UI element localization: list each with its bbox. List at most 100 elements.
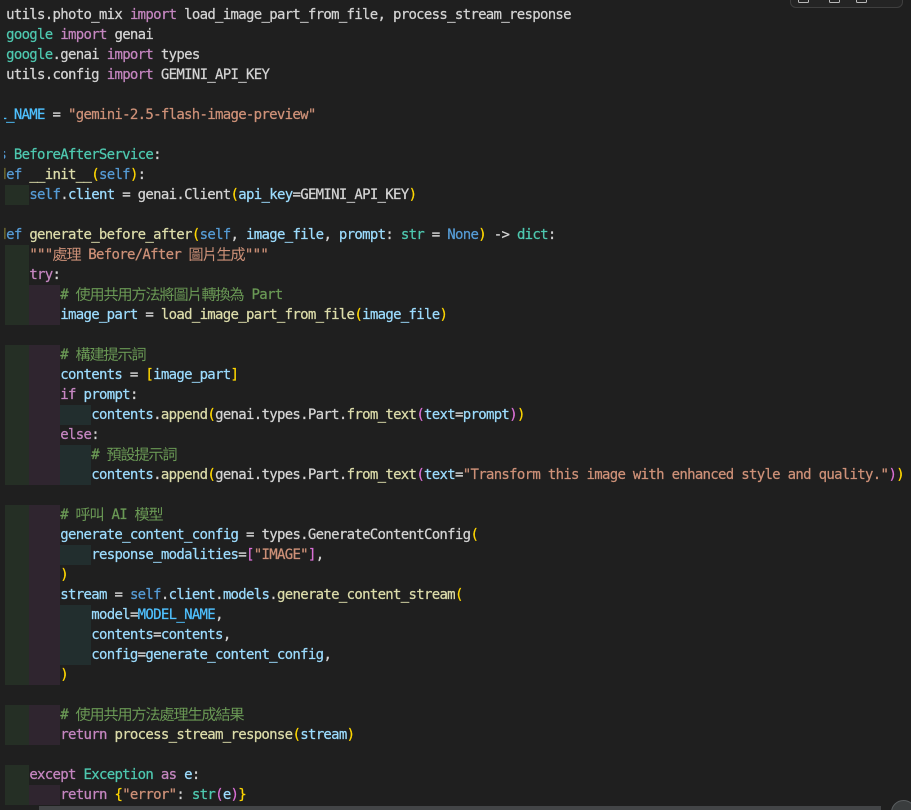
layout-panel-icon[interactable] (829, 0, 840, 4)
code-token: = (455, 467, 464, 484)
code-line: contents. append(genai.types.Part. from_te… (0, 465, 911, 486)
indent-rainbow-band (29, 465, 61, 486)
indent-rainbow-band (4, 725, 30, 746)
code-token: e (184, 767, 193, 784)
horizontal-scrollbar-thumb[interactable] (39, 805, 881, 810)
code-token: .genai (52, 47, 107, 64)
code-token: load_image_part_from_file, process_strea… (184, 7, 572, 24)
code-token: = (129, 607, 139, 624)
cjk-glyph (131, 347, 146, 362)
code-token: ) (439, 307, 448, 324)
code-token: = (106, 587, 130, 604)
code-token: client (168, 587, 216, 604)
code-token: import (106, 47, 161, 64)
code-token: prompt (462, 407, 510, 424)
horizontal-scrollbar[interactable] (0, 805, 911, 810)
code-token: # (91, 447, 107, 464)
code-token: # (60, 507, 76, 524)
code-token: = genai.Client (114, 187, 231, 204)
code-token: . (60, 187, 69, 204)
code-token: = types.GenerateContentConfig (238, 527, 471, 544)
code-token: : (191, 767, 201, 784)
code-line: return {"error": str(e)} (0, 785, 911, 806)
code-token: import (106, 67, 161, 84)
code-token: ) (129, 167, 139, 184)
code-token: image_file (246, 227, 324, 244)
code-line: ) (0, 665, 911, 686)
code-token: dict (516, 227, 549, 244)
code-line: def __init__(self): (0, 165, 911, 185)
code-token: = (424, 227, 448, 244)
code-line: # Part (0, 285, 911, 306)
code-token: : (52, 267, 61, 284)
code-token: ) (408, 187, 417, 204)
code-token: "Transform this image with enhanced styl… (462, 467, 889, 484)
code-token: e (222, 787, 232, 804)
code-token: api_key (238, 187, 293, 204)
code-line: generate_content_config = types.Generate… (0, 525, 911, 546)
code-line: self. client = genai.Client(api_key =GEMIN… (0, 185, 911, 206)
code-token: prompt (338, 227, 386, 244)
code-token: stream (300, 727, 347, 744)
code-token: image_part (60, 307, 138, 324)
code-token: . (215, 587, 224, 604)
code-token: __init__ (29, 167, 92, 184)
code-token: image_part (153, 367, 231, 384)
indent-rainbow-band (29, 725, 61, 746)
indent-rainbow-band (4, 465, 30, 486)
code-line: contents = contents, (0, 625, 911, 646)
code-token: contents (91, 467, 154, 484)
code-token: ) (896, 467, 905, 484)
code-token: prompt (83, 387, 130, 404)
indent-rainbow-band (29, 705, 61, 726)
code-token: ( (207, 467, 216, 484)
code-token: ( (292, 727, 301, 744)
code-token: # (60, 287, 76, 304)
code-token: ef (6, 167, 30, 184)
indent-rainbow-band (4, 265, 30, 286)
code-token: ) (509, 407, 518, 424)
layout-sidebar-right-icon[interactable] (856, 0, 867, 4)
code-token: append (160, 467, 208, 484)
code-token: = (44, 107, 69, 124)
code-token: """ (29, 247, 53, 264)
code-token: text (424, 407, 456, 424)
code-token: ( (207, 407, 216, 424)
indent-rainbow-band (29, 645, 61, 666)
indent-rainbow-band (4, 545, 30, 566)
indent-rainbow-band (4, 245, 30, 266)
indent-rainbow-band (4, 705, 30, 726)
code-token: , (323, 647, 332, 664)
indent-rainbow-band (29, 445, 61, 466)
indent-rainbow-band (4, 605, 30, 626)
code-token: BeforeAfterService (13, 147, 154, 164)
code-token: ] (230, 367, 239, 384)
indent-rainbow-band (4, 305, 30, 326)
indent-rainbow-band (29, 665, 61, 686)
code-line: # (0, 705, 911, 726)
code-token: response_modalities (91, 547, 239, 564)
code-token: ) (516, 407, 526, 424)
code-area[interactable]: from utils.photo_mix import load_image_p… (0, 0, 911, 810)
editor-surface[interactable]: from utils.photo_mix import load_image_p… (0, 0, 911, 810)
code-token: self (129, 587, 162, 604)
indent-rainbow-band (4, 425, 30, 446)
indent-rainbow-band (60, 545, 92, 566)
code-token: ( (215, 787, 224, 804)
code-token: else (60, 427, 92, 444)
layout-sidebar-left-icon[interactable] (798, 0, 809, 4)
code-token: =GEMINI_API_KEY (292, 187, 409, 204)
code-token: model (91, 607, 131, 624)
indent-rainbow-band (60, 465, 92, 486)
indent-rainbow-band (29, 285, 61, 306)
code-line: # AI (0, 505, 911, 526)
indent-rainbow-band (4, 445, 30, 466)
indent-rainbow-band (60, 645, 92, 666)
code-token: -> (485, 227, 517, 244)
code-line: from google import genai (0, 25, 911, 45)
code-token: return (60, 727, 115, 744)
code-token: self (98, 167, 131, 184)
